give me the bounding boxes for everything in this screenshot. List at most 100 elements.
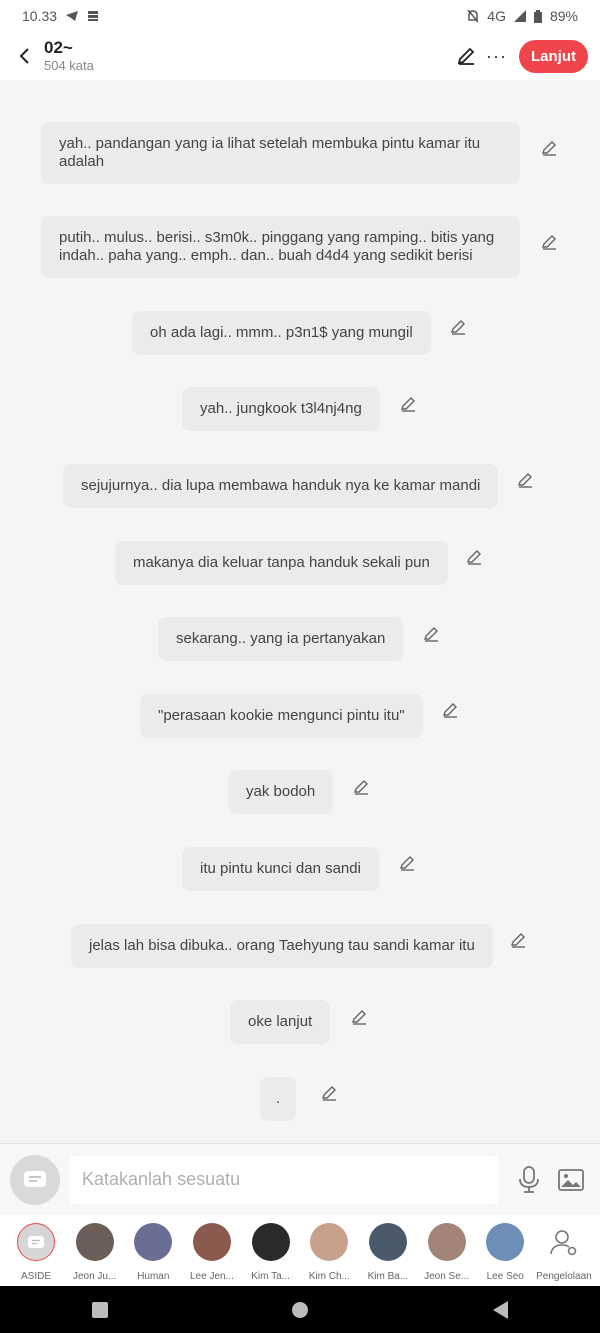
signal-icon [513,10,526,22]
message-bubble[interactable]: sekarang.. yang ia pertanyakan [158,617,404,661]
character-item[interactable]: Lee Seo [477,1215,533,1286]
network-type: 4G [487,8,506,24]
character-item[interactable]: Kim Ta... [243,1215,299,1286]
character-item[interactable]: Human [125,1215,181,1286]
message-bubble[interactable]: oh ada lagi.. mmm.. p3n1$ yang mungil [132,311,431,355]
message-bubble[interactable]: jelas lah bisa dibuka.. orang Taehyung t… [71,924,493,968]
battery-icon [533,9,542,23]
narrator-avatar-button[interactable] [10,1154,60,1205]
microphone-icon[interactable] [518,1165,540,1194]
manage-characters-button[interactable]: Pengelolaan [536,1215,592,1286]
avatar [310,1223,349,1261]
character-aside[interactable]: ASIDE [8,1215,64,1286]
message-item: makanya dia keluar tanpa handuk sekali p… [115,541,448,585]
message-input[interactable]: Katakanlah sesuatu [70,1155,498,1204]
avatar [368,1223,407,1261]
next-button[interactable]: Lanjut [519,39,588,73]
status-bar: 10.33 4G 89% [0,0,600,32]
character-item[interactable]: Lee Jen... [184,1215,240,1286]
message-bubble[interactable]: yak bodoh [228,770,334,814]
edit-icon[interactable] [516,471,534,489]
message-item: jelas lah bisa dibuka.. orang Taehyung t… [71,924,493,968]
recents-button[interactable] [92,1301,109,1318]
person-settings-icon [545,1223,583,1261]
character-name: Lee Jen... [190,1271,234,1282]
message-bubble[interactable]: oke lanjut [230,1000,331,1044]
message-item: sejujurnya.. dia lupa membawa handuk nya… [63,464,499,508]
back-button[interactable] [12,44,36,68]
character-item[interactable]: Kim Ch... [301,1215,357,1286]
chevron-left-icon [19,48,29,64]
avatar [17,1223,55,1261]
database-icon [88,11,99,21]
edit-icon[interactable] [350,1008,368,1026]
avatar [134,1223,173,1261]
message-bubble[interactable]: makanya dia keluar tanpa handuk sekali p… [115,541,448,585]
character-item[interactable]: Jeon Ju... [67,1215,123,1286]
top-bar: 02~ 504 kata ··· Lanjut [0,32,600,80]
edit-icon[interactable] [509,931,527,949]
word-count: 504 kata [44,58,94,73]
battery-level: 89% [549,8,578,24]
image-icon[interactable] [558,1168,584,1191]
avatar [75,1223,114,1261]
message-item: yah.. pandangan yang ia lihat setelah me… [41,122,520,184]
composer: Katakanlah sesuatu [0,1143,600,1215]
character-bar: ASIDE Jeon Ju... Human Lee Jen... Kim Ta… [0,1215,600,1286]
more-button[interactable]: ··· [486,46,507,67]
edit-title-button[interactable] [452,42,480,70]
message-bubble[interactable]: putih.. mulus.. berisi.. s3m0k.. pinggan… [41,216,520,278]
home-button[interactable] [292,1301,309,1318]
message-bubble[interactable]: yah.. pandangan yang ia lihat setelah me… [41,122,520,184]
message-item: . [260,1077,297,1121]
message-bubble[interactable]: sejujurnya.. dia lupa membawa handuk nya… [63,464,499,508]
character-name: Jeon Se... [424,1271,470,1282]
character-name: Kim Ta... [251,1271,290,1282]
character-name: Human [137,1271,170,1282]
message-bubble[interactable]: "perasaan kookie mengunci pintu itu" [140,694,423,738]
system-navigation-bar [0,1286,600,1333]
character-name: Kim Ba... [367,1271,409,1282]
edit-icon[interactable] [422,625,440,643]
mute-icon [467,9,479,23]
message-list: yah.. pandangan yang ia lihat setelah me… [0,80,600,1143]
edit-icon[interactable] [399,395,417,413]
avatar [427,1223,466,1261]
chapter-title: 02~ [44,38,73,57]
status-time: 10.33 [22,8,58,24]
telegram-icon [66,11,79,21]
pencil-icon [457,47,475,65]
message-bubble[interactable]: . [260,1077,297,1121]
message-item: oh ada lagi.. mmm.. p3n1$ yang mungil [132,311,431,355]
avatar [251,1223,290,1261]
message-item: yah.. jungkook t3l4nj4ng [182,387,380,431]
edit-icon[interactable] [465,548,483,566]
character-name: Pengelolaan [536,1271,592,1282]
character-item[interactable]: Jeon Se... [419,1215,475,1286]
avatar [192,1223,231,1261]
speech-bubble-icon [24,1170,46,1187]
message-item: putih.. mulus.. berisi.. s3m0k.. pinggan… [41,216,520,278]
character-item[interactable]: Kim Ba... [360,1215,416,1286]
character-name: Lee Seo [486,1271,524,1282]
edit-icon[interactable] [352,778,370,796]
message-item: sekarang.. yang ia pertanyakan [158,617,404,661]
title-block: 02~ 504 kata [44,38,452,74]
message-item: itu pintu kunci dan sandi [182,847,379,891]
character-name: Kim Ch... [308,1271,350,1282]
edit-icon[interactable] [540,233,558,251]
character-name: Jeon Ju... [72,1271,117,1282]
message-item: "perasaan kookie mengunci pintu itu" [140,694,423,738]
edit-icon[interactable] [449,318,467,336]
character-name: ASIDE [20,1271,51,1282]
back-nav-button[interactable] [492,1300,508,1319]
edit-icon[interactable] [540,139,558,157]
avatar [486,1223,525,1261]
message-bubble[interactable]: yah.. jungkook t3l4nj4ng [182,387,380,431]
edit-icon[interactable] [320,1084,338,1102]
edit-icon[interactable] [441,701,459,719]
message-item: oke lanjut [230,1000,331,1044]
message-bubble[interactable]: itu pintu kunci dan sandi [182,847,379,891]
speech-bubble-icon [28,1235,44,1248]
edit-icon[interactable] [398,854,416,872]
